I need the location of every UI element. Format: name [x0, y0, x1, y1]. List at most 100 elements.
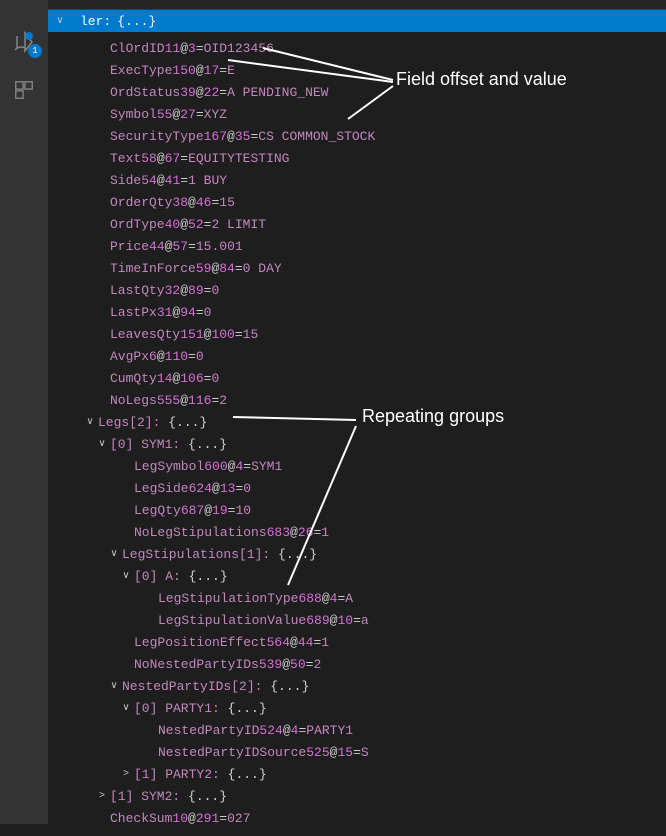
field-tag: 624	[189, 478, 212, 500]
equals: =	[235, 478, 243, 500]
chevron-down-icon[interactable]: ∨	[106, 676, 122, 698]
chevron-right-icon[interactable]: >	[118, 764, 134, 786]
tree-field-row[interactable]: Text 58 @ 67 = EQUITYTESTING	[48, 148, 666, 170]
tree-field-row[interactable]: Side 54 @ 41 = 1 BUY	[48, 170, 666, 192]
field-offset: 13	[220, 478, 236, 500]
tree-group-row[interactable]: ∨[0] SYM1: {...}	[48, 434, 666, 456]
equals: =	[196, 302, 204, 324]
run-debug-icon[interactable]: 1	[10, 28, 38, 56]
field-offset: 57	[172, 236, 188, 258]
at-symbol: @	[180, 280, 188, 302]
tree-group-row[interactable]: >[1] PARTY2: {...}	[48, 764, 666, 786]
at-symbol: @	[157, 170, 165, 192]
tree-group-row[interactable]: ∨Legs[2]: {...}	[48, 412, 666, 434]
chevron-down-icon: ∨	[52, 15, 68, 27]
group-braces: {...}	[188, 786, 227, 808]
tree-field-row[interactable]: TimeInForce 59 @ 84 = 0 DAY	[48, 258, 666, 280]
field-tag: 6	[149, 346, 157, 368]
group-braces: {...}	[188, 434, 227, 456]
tree-field-row[interactable]: AvgPx 6 @ 110 = 0	[48, 346, 666, 368]
extensions-icon[interactable]	[10, 76, 38, 104]
tree-group-row[interactable]: >[1] SYM2: {...}	[48, 786, 666, 808]
tree-field-row[interactable]: LegStipulationValue 689 @ 10 = a	[48, 610, 666, 632]
tree-field-row[interactable]: LastQty 32 @ 89 = 0	[48, 280, 666, 302]
equals: =	[196, 104, 204, 126]
tree-field-row[interactable]: OrdType 40 @ 52 = 2 LIMIT	[48, 214, 666, 236]
tree-group-row[interactable]: ∨LegStipulations[1]: {...}	[48, 544, 666, 566]
field-tag: 31	[157, 302, 173, 324]
field-value: 15	[243, 324, 259, 346]
tree-field-row[interactable]: LastPx 31 @ 94 = 0	[48, 302, 666, 324]
chevron-down-icon[interactable]: ∨	[118, 566, 134, 588]
at-symbol: @	[204, 500, 212, 522]
field-value: A	[345, 588, 353, 610]
tree-group-row[interactable]: ∨NestedPartyIDs[2]: {...}	[48, 676, 666, 698]
tree-field-row[interactable]: SecurityType 167 @ 35 = CS COMMON_STOCK	[48, 126, 666, 148]
tree-field-row[interactable]: LegSymbol 600 @ 4 = SYM1	[48, 456, 666, 478]
field-name: LegStipulationValue	[158, 610, 306, 632]
equals: =	[219, 82, 227, 104]
field-tag: 600	[204, 456, 227, 478]
equals: =	[204, 280, 212, 302]
tree-field-row[interactable]: LegStipulationType 688 @ 4 = A	[48, 588, 666, 610]
field-name: NestedPartyID	[158, 720, 259, 742]
field-name: CheckSum	[110, 808, 172, 830]
field-value: 0	[243, 478, 251, 500]
variables-section-header[interactable]: ∨ ler: {...}	[48, 10, 666, 32]
field-name: OrderQty	[110, 192, 172, 214]
tree-field-row[interactable]: ExecType 150 @ 17 = E	[48, 60, 666, 82]
field-offset: 15	[337, 742, 353, 764]
tree-field-row[interactable]: CumQty 14 @ 106 = 0	[48, 368, 666, 390]
field-name: LeavesQty	[110, 324, 180, 346]
equals: =	[353, 610, 361, 632]
at-symbol: @	[212, 478, 220, 500]
field-offset: 116	[188, 390, 211, 412]
variables-tree[interactable]: ClOrdID 11 @ 3 = OID123456ExecType 150 @…	[48, 32, 666, 836]
chevron-right-icon[interactable]: >	[94, 786, 110, 808]
field-tag: 167	[204, 126, 227, 148]
tree-group-row[interactable]: ∨[0] A: {...}	[48, 566, 666, 588]
tree-field-row[interactable]: CheckSum 10 @ 291 = 027	[48, 808, 666, 830]
tree-field-row[interactable]: LeavesQty 151 @ 100 = 15	[48, 324, 666, 346]
at-symbol: @	[165, 236, 173, 258]
at-symbol: @	[196, 60, 204, 82]
chevron-down-icon[interactable]: ∨	[82, 412, 98, 434]
tree-field-row[interactable]: Price 44 @ 57 = 15.001	[48, 236, 666, 258]
chevron-down-icon[interactable]: ∨	[118, 698, 134, 720]
tree-field-row[interactable]: LegPositionEffect 564 @ 44 = 1	[48, 632, 666, 654]
tree-field-row[interactable]: NestedPartyIDSource 525 @ 15 = S	[48, 742, 666, 764]
field-name: OrdStatus	[110, 82, 180, 104]
tree-group-row[interactable]: ∨[0] PARTY1: {...}	[48, 698, 666, 720]
field-value: CS COMMON_STOCK	[258, 126, 375, 148]
tree-field-row[interactable]: NoLegStipulations 683 @ 26 = 1	[48, 522, 666, 544]
field-value: 027	[227, 808, 250, 830]
tree-field-row[interactable]: LegSide 624 @ 13 = 0	[48, 478, 666, 500]
field-tag: 58	[141, 148, 157, 170]
equals: =	[219, 60, 227, 82]
field-value: A PENDING_NEW	[227, 82, 328, 104]
field-offset: 50	[290, 654, 306, 676]
equals: =	[211, 390, 219, 412]
tree-field-row[interactable]: ClOrdID 11 @ 3 = OID123456	[48, 38, 666, 60]
equals: =	[188, 236, 196, 258]
at-symbol: @	[330, 742, 338, 764]
tree-field-row[interactable]: OrdStatus 39 @ 22 = A PENDING_NEW	[48, 82, 666, 104]
tree-field-row[interactable]: OrderQty 38 @ 46 = 15	[48, 192, 666, 214]
field-offset: 27	[180, 104, 196, 126]
group-braces: {...}	[168, 412, 207, 434]
field-value: 1 BUY	[188, 170, 227, 192]
field-value: XYZ	[204, 104, 227, 126]
group-label: [1] SYM2:	[110, 786, 180, 808]
tree-field-row[interactable]: LegQty 687 @ 19 = 10	[48, 500, 666, 522]
at-symbol: @	[180, 214, 188, 236]
tree-field-row[interactable]: NestedPartyID 524 @ 4 = PARTY1	[48, 720, 666, 742]
field-name: LegPositionEffect	[134, 632, 267, 654]
chevron-down-icon[interactable]: ∨	[106, 544, 122, 566]
tree-field-row[interactable]: Symbol 55 @ 27 = XYZ	[48, 104, 666, 126]
tree-field-row[interactable]: NoLegs 555 @ 116 = 2	[48, 390, 666, 412]
at-symbol: @	[188, 808, 196, 830]
tree-field-row[interactable]: NoNestedPartyIDs 539 @ 50 = 2	[48, 654, 666, 676]
field-name: CumQty	[110, 368, 157, 390]
field-value: 10	[235, 500, 251, 522]
chevron-down-icon[interactable]: ∨	[94, 434, 110, 456]
